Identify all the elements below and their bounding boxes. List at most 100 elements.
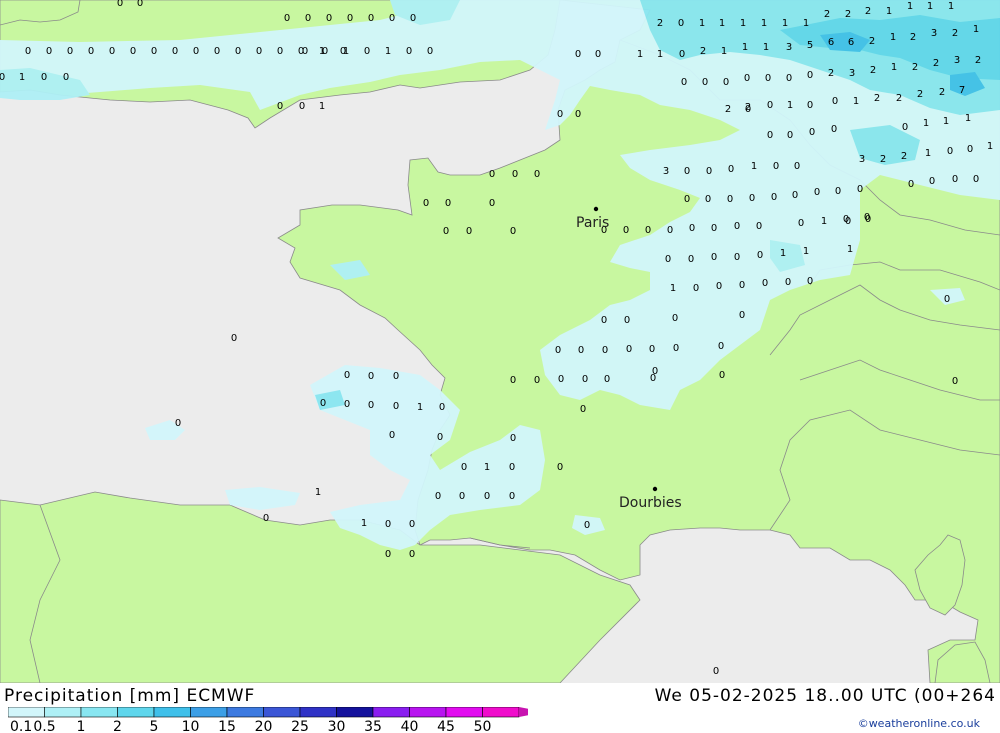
- grid-value: 1: [751, 161, 757, 172]
- grid-value: 0: [739, 280, 745, 291]
- grid-value: 0: [967, 144, 973, 155]
- grid-value: 0: [749, 193, 755, 204]
- grid-value: 0: [785, 277, 791, 288]
- grid-value: 1: [787, 100, 793, 111]
- grid-value: 1: [987, 141, 993, 152]
- grid-value: 0: [484, 491, 490, 502]
- grid-value: 0: [445, 198, 451, 209]
- grid-value: 0: [693, 283, 699, 294]
- grid-value: 0: [489, 169, 495, 180]
- grid-value: 0: [46, 46, 52, 57]
- grid-value: 0: [623, 225, 629, 236]
- grid-value: 0: [439, 402, 445, 413]
- grid-value: 2: [910, 32, 916, 43]
- grid-value: 0: [557, 109, 563, 120]
- grid-value: 0: [277, 101, 283, 112]
- grid-value: 0: [604, 374, 610, 385]
- grid-value: 0: [41, 72, 47, 83]
- grid-value: 0: [423, 198, 429, 209]
- grid-value: 7: [959, 85, 965, 96]
- grid-value: 2: [865, 6, 871, 17]
- grid-value: 0: [320, 398, 326, 409]
- grid-value: 0: [689, 223, 695, 234]
- grid-value: 3: [859, 154, 865, 165]
- grid-value: 0: [929, 176, 935, 187]
- grid-value: 0: [794, 161, 800, 172]
- site-credit[interactable]: ©weatheronline.co.uk: [858, 717, 980, 730]
- grid-value: 6: [828, 37, 834, 48]
- grid-value: 1: [927, 1, 933, 12]
- legend-label: 20: [255, 719, 273, 733]
- grid-value: 0: [649, 344, 655, 355]
- grid-value: 5: [807, 40, 813, 51]
- legend-label: 35: [364, 719, 382, 733]
- grid-value: 0: [902, 122, 908, 133]
- validity-time: We 05-02-2025 18..00 UTC (00+264: [654, 686, 996, 706]
- grid-value: 0: [807, 70, 813, 81]
- grid-value: 2: [845, 9, 851, 20]
- grid-value: 0: [117, 0, 123, 9]
- legend-swatch: [409, 707, 447, 718]
- grid-value: 0: [814, 187, 820, 198]
- grid-value: 1: [973, 24, 979, 35]
- grid-value: 1: [740, 18, 746, 29]
- grid-value: 0: [302, 46, 308, 57]
- grid-value: 1: [657, 49, 663, 60]
- grid-value: 0: [679, 49, 685, 60]
- grid-value: 0: [684, 166, 690, 177]
- grid-value: 0: [510, 226, 516, 237]
- legend-swatch: [263, 707, 301, 718]
- grid-value: 1: [965, 113, 971, 124]
- grid-value: 0: [739, 310, 745, 321]
- grid-value: 1: [19, 72, 25, 83]
- grid-value: 1: [484, 462, 490, 473]
- grid-value: 0: [393, 371, 399, 382]
- grid-value: 0: [256, 46, 262, 57]
- grid-value: 1: [891, 62, 897, 73]
- precipitation-map: 0 0 0 0 0 0 0 0 0 0 0 0 0 0 0 0 0 0 0 0 0 1 0 0 1 0 0 0 0 1 0 0 1 0 1 0 0 0 0 0…: [0, 0, 1000, 683]
- grid-value: 3: [663, 166, 669, 177]
- legend-label: 5: [150, 719, 159, 733]
- grid-value: 1: [821, 216, 827, 227]
- grid-value: 0: [665, 254, 671, 265]
- grid-value: 0: [555, 345, 561, 356]
- grid-value: 1: [847, 244, 853, 255]
- city-marker: [593, 206, 599, 212]
- grid-value: 0: [718, 341, 724, 352]
- grid-value: 2: [952, 28, 958, 39]
- grid-value: 1: [890, 32, 896, 43]
- grid-value: 0: [792, 190, 798, 201]
- grid-value: 0: [756, 221, 762, 232]
- grid-value: 0: [767, 130, 773, 141]
- grid-value: 0: [130, 46, 136, 57]
- legend-label: 15: [218, 719, 236, 733]
- grid-value: 0: [857, 184, 863, 195]
- grid-value: 2: [901, 151, 907, 162]
- grid-value: 0: [534, 375, 540, 386]
- grid-value: 1: [361, 518, 367, 529]
- legend-labels: 0.1 0.5 1 2 5 10 15 20 25 30 35 40 45 50: [10, 719, 491, 733]
- legend-swatch: [44, 707, 82, 718]
- grid-value: 3: [849, 68, 855, 79]
- grid-value: 0: [409, 519, 415, 530]
- grid-value: 0: [944, 294, 950, 305]
- grid-value: 0: [305, 13, 311, 24]
- grid-value: 0: [973, 174, 979, 185]
- grid-value: 1: [803, 18, 809, 29]
- grid-value: 0: [711, 223, 717, 234]
- grid-value: 0: [534, 169, 540, 180]
- grid-value: 2: [657, 18, 663, 29]
- grid-value: 1: [343, 46, 349, 57]
- grid-value: 0: [88, 46, 94, 57]
- grid-value: 2: [824, 9, 830, 20]
- grid-value: 1: [319, 101, 325, 112]
- grid-value: 1: [782, 18, 788, 29]
- grid-value: 0: [151, 46, 157, 57]
- grid-value: 0: [584, 520, 590, 531]
- grid-value: 2: [869, 36, 875, 47]
- legend-label: 45: [437, 719, 455, 733]
- grid-value: 0: [835, 186, 841, 197]
- grid-value: 0: [575, 49, 581, 60]
- grid-value: 0: [509, 491, 515, 502]
- grid-value: 2: [896, 93, 902, 104]
